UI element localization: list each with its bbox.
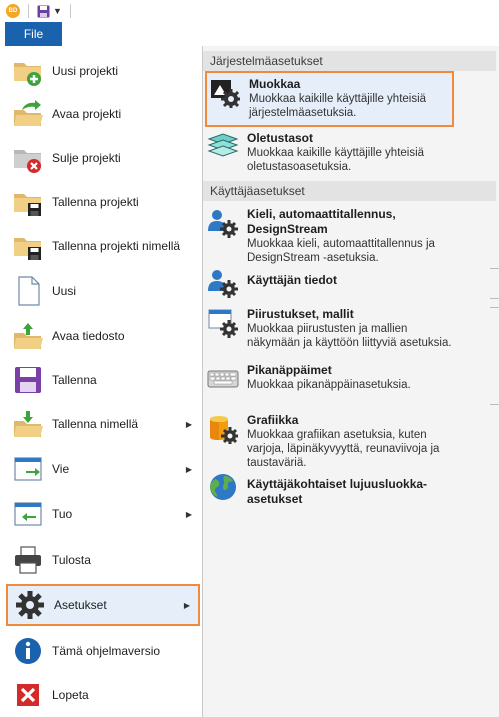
menu-item-new[interactable]: Uusi (6, 268, 200, 314)
save-as-icon (14, 411, 43, 437)
system-settings-icon (211, 80, 240, 108)
globe-icon (210, 474, 236, 500)
settings-item-graphics[interactable]: Grafiikka Muokkaa grafiikan asetuksia, k… (205, 409, 454, 469)
settings-item-user-strength-classes[interactable]: Käyttäjäkohtaiset lujuusluokka-asetukset (205, 467, 454, 507)
section-header-user-settings: Käyttäjäasetukset (203, 181, 496, 201)
settings-item-language-autosave[interactable]: Kieli, automaattitallennus, DesignStream… (205, 203, 454, 264)
menu-item-label: Tallenna projekti (52, 195, 139, 209)
save-project-as-icon (14, 238, 41, 260)
background-edge-line (490, 298, 499, 299)
exit-icon (17, 684, 39, 706)
graphics-icon (210, 416, 238, 444)
menu-item-label: Uusi projekti (52, 64, 119, 78)
settings-item-edit[interactable]: Muokkaa Muokkaa kaikille käyttäjille yht… (205, 71, 454, 127)
menu-item-label: Sulje projekti (52, 151, 121, 165)
menu-item-save-as[interactable]: Tallenna nimellä ▶ (6, 402, 200, 446)
open-file-icon (14, 323, 43, 349)
menu-item-open-file[interactable]: Avaa tiedosto (6, 314, 200, 358)
submenu-arrow-icon: ▶ (185, 464, 192, 474)
menu-item-label: Avaa projekti (52, 107, 122, 121)
export-icon (14, 457, 42, 481)
user-gear-icon (208, 270, 238, 298)
settings-item-title: Kieli, automaattitallennus, DesignStream (247, 207, 396, 236)
save-icon[interactable] (37, 5, 50, 18)
settings-item-description: Muokkaa kaikille käyttäjille yhteisiä jä… (249, 93, 427, 119)
menu-item-label: Asetukset (54, 598, 107, 612)
menu-item-new-project[interactable]: Uusi projekti (6, 50, 200, 92)
background-edge-line (490, 268, 499, 269)
menu-item-label: Uusi (52, 284, 77, 298)
background-edge-line (490, 404, 499, 405)
layers-icon (207, 133, 239, 157)
settings-item-title: Pikanäppäimet (247, 363, 332, 377)
gear-icon (16, 591, 44, 619)
menu-item-label: Lopeta (52, 688, 89, 702)
toolbar-separator (69, 4, 71, 18)
app-logo-icon: BD (6, 4, 20, 18)
keyboard-icon (207, 370, 239, 388)
menu-item-print[interactable]: Tulosta (6, 536, 200, 584)
menu-item-save-project-as[interactable]: Tallenna projekti nimellä (6, 224, 200, 268)
menu-item-label: Tallenna projekti nimellä (52, 239, 181, 253)
menu-item-label: Avaa tiedosto (52, 329, 125, 343)
menu-item-save-project[interactable]: Tallenna projekti (6, 180, 200, 224)
menu-item-export[interactable]: Vie ▶ (6, 446, 200, 492)
settings-item-user-info[interactable]: Käyttäjän tiedot (205, 263, 454, 303)
menu-item-close-project[interactable]: Sulje projekti (6, 136, 200, 180)
settings-item-title: Muokkaa (249, 77, 301, 91)
menu-item-label: Tallenna nimellä (52, 417, 139, 431)
file-tab[interactable]: File (5, 22, 62, 46)
submenu-arrow-icon: ▶ (183, 600, 190, 610)
quick-access-toolbar: BD ▼ (0, 0, 499, 22)
save-icon (15, 367, 41, 393)
settings-item-title: Grafiikka (247, 413, 299, 427)
printer-icon (15, 546, 41, 574)
settings-item-description: Muokkaa pikanäppäinasetuksia. (247, 379, 411, 391)
settings-item-title: Käyttäjän tiedot (247, 273, 338, 287)
new-document-icon (18, 276, 40, 306)
settings-item-title: Oletustasot (247, 131, 314, 145)
section-header-system-settings: Järjestelmäasetukset (203, 51, 496, 71)
save-project-icon (14, 194, 41, 216)
menu-item-label: Tulosta (52, 553, 91, 567)
open-project-icon (14, 100, 43, 126)
window-gear-icon (208, 309, 238, 338)
menu-item-label: Vie (52, 462, 70, 476)
menu-item-open-project[interactable]: Avaa projekti (6, 92, 200, 136)
menu-item-label: Tallenna (52, 373, 97, 387)
settings-item-title: Piirustukset, mallit (247, 307, 354, 321)
settings-item-title: Käyttäjäkohtaiset lujuusluokka-asetukset (247, 477, 428, 506)
new-project-icon (14, 63, 41, 86)
settings-item-description: Muokkaa grafiikan asetuksia, kuten varjo… (247, 429, 440, 469)
settings-item-description: Muokkaa kaikille käyttäjille yhteisiä ol… (247, 147, 425, 173)
menu-item-settings[interactable]: Asetukset ▶ (6, 584, 200, 626)
menu-item-label: Tämä ohjelmaversio (52, 644, 161, 658)
import-icon (14, 502, 42, 526)
menu-item-exit[interactable]: Lopeta (6, 674, 200, 716)
menu-bar: File (0, 22, 499, 47)
customize-toolbar-dropdown-icon[interactable]: ▼ (53, 6, 62, 16)
settings-item-description: Muokkaa kieli, automaattitallennus ja De… (247, 238, 435, 264)
toolbar-separator (28, 4, 29, 18)
menu-item-save[interactable]: Tallenna (6, 358, 200, 402)
user-gear-icon (208, 210, 238, 238)
submenu-arrow-icon: ▶ (185, 419, 192, 429)
background-edge-line (490, 307, 499, 308)
menu-item-label: Tuo (52, 507, 73, 521)
info-icon (15, 638, 41, 664)
settings-item-description: Muokkaa piirustusten ja mallien näkymään… (247, 323, 452, 349)
menu-item-about[interactable]: Tämä ohjelmaversio (6, 628, 200, 674)
settings-item-drawings-models[interactable]: Piirustukset, mallit Muokkaa piirustuste… (205, 303, 454, 359)
settings-item-shortcuts[interactable]: Pikanäppäimet Muokkaa pikanäppäinasetuks… (205, 359, 454, 409)
menu-item-import[interactable]: Tuo ▶ (6, 492, 200, 536)
close-project-icon (14, 150, 41, 173)
settings-item-default-levels[interactable]: Oletustasot Muokkaa kaikille käyttäjille… (205, 127, 454, 181)
submenu-arrow-icon: ▶ (185, 509, 192, 519)
